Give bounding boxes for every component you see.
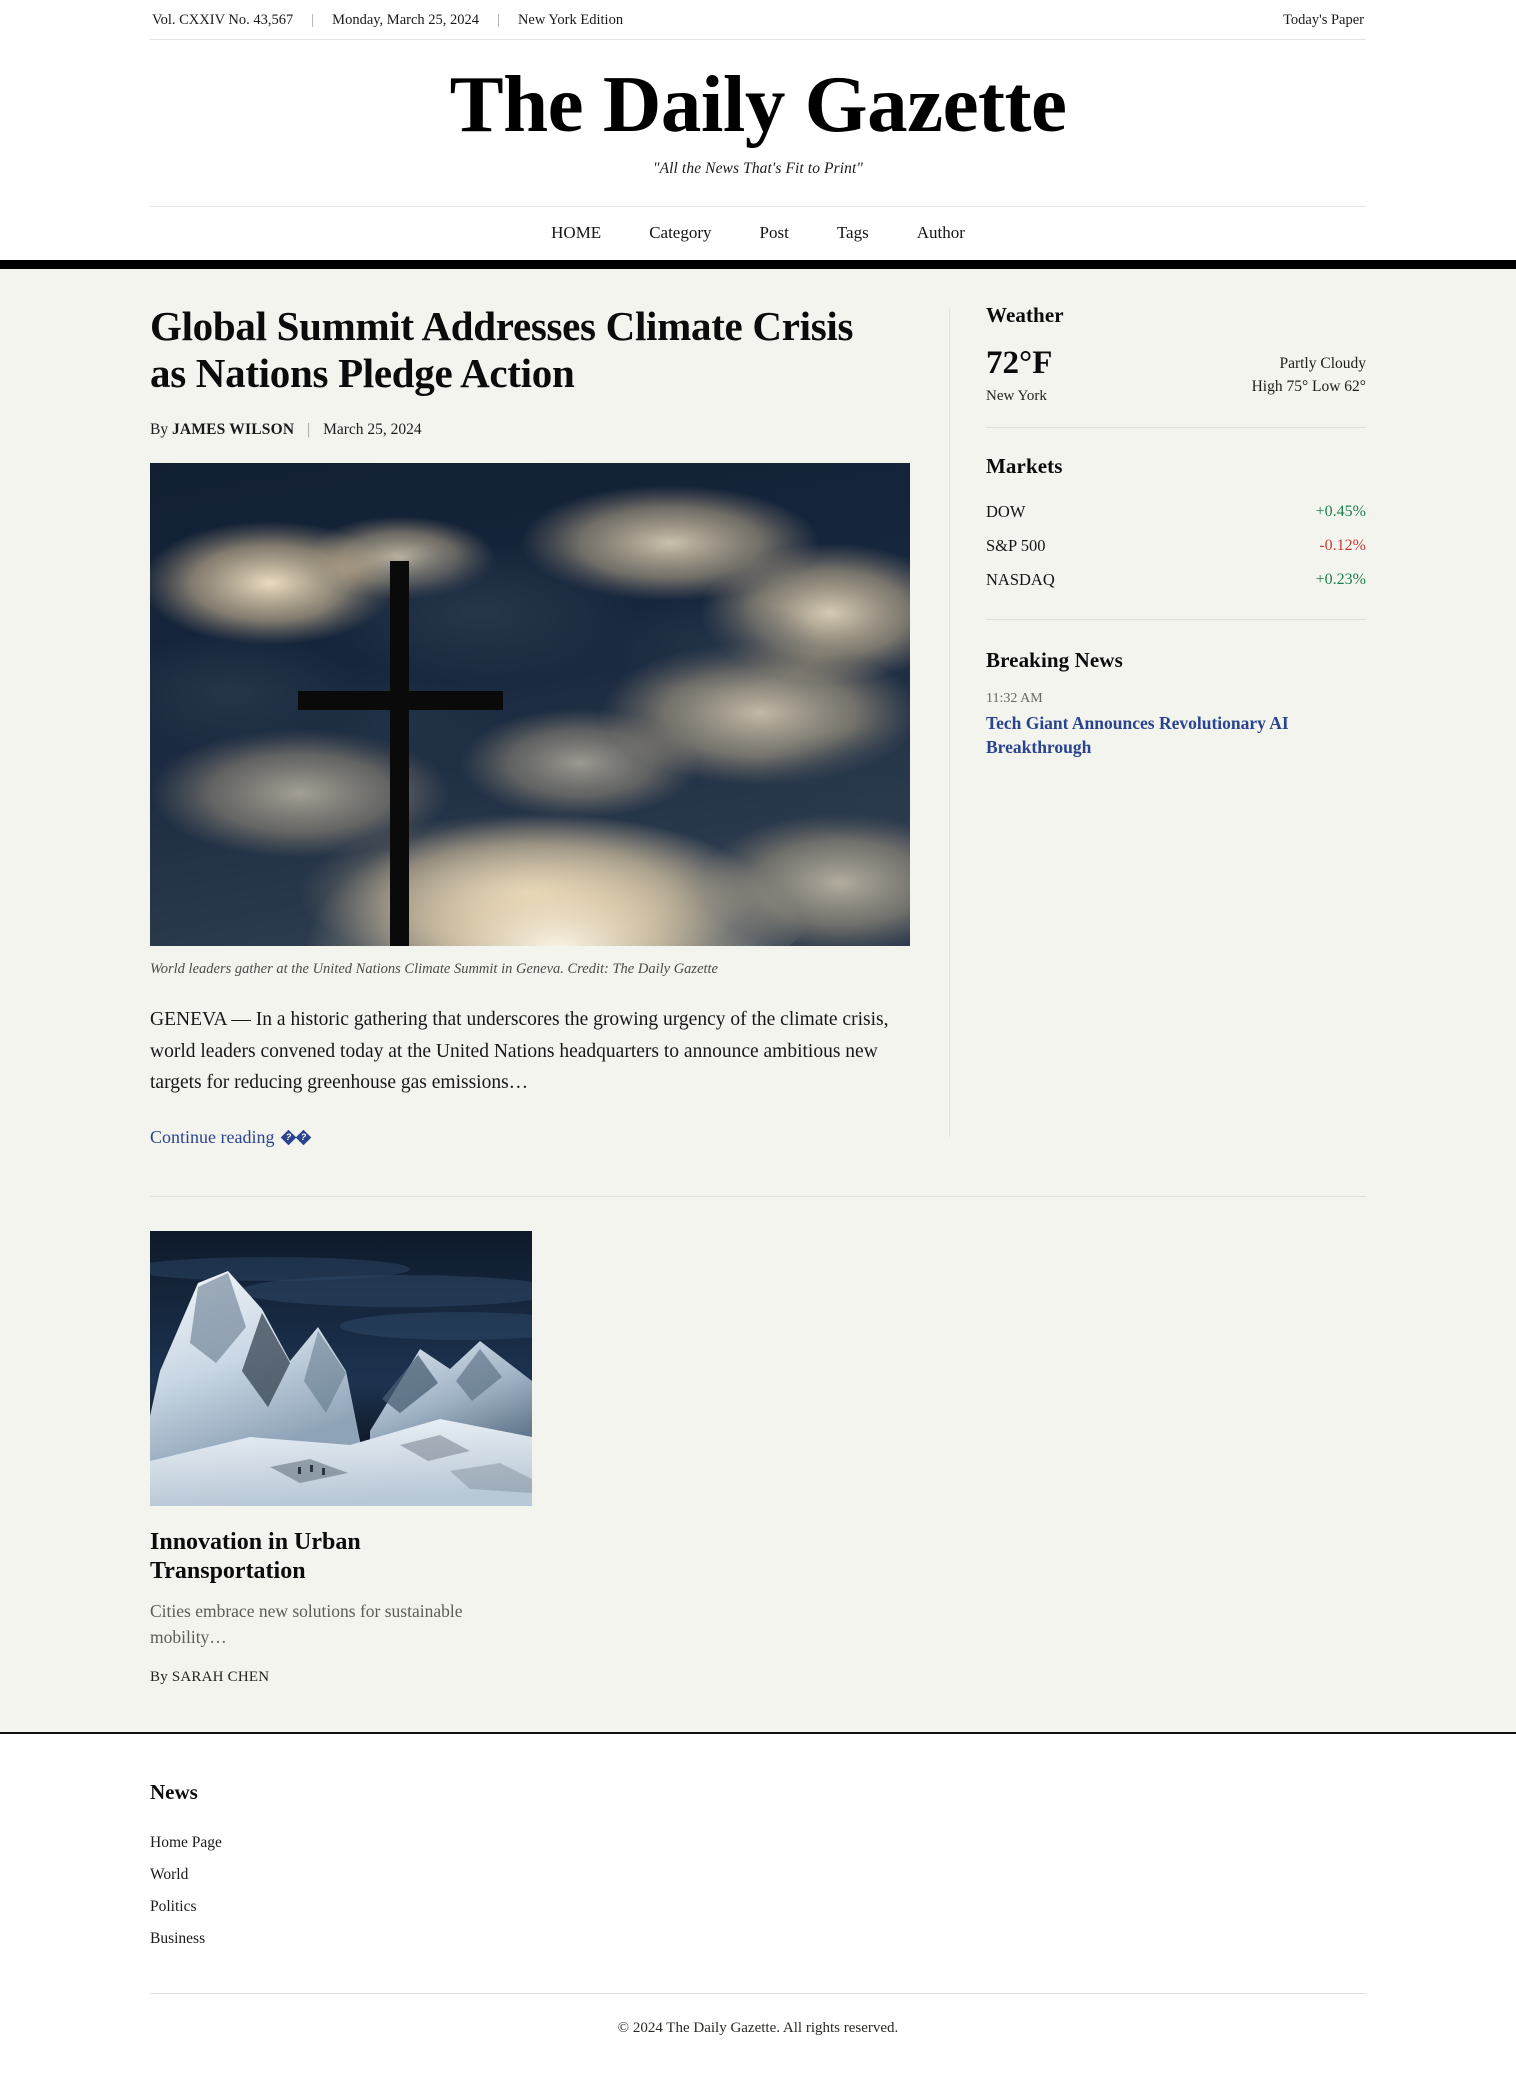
lead-article-figure: World leaders gather at the United Natio… xyxy=(150,463,912,978)
breaking-news-headline[interactable]: Tech Giant Announces Revolutionary AI Br… xyxy=(986,712,1331,758)
secondary-articles-grid: Innovation in Urban Transportation Citie… xyxy=(150,1230,1366,1686)
market-row[interactable]: S&P 500 -0.12% xyxy=(986,529,1366,563)
nav-item-post[interactable]: Post xyxy=(736,223,813,243)
missing-glyph-icon xyxy=(279,1127,312,1148)
secondary-article-byline: By SARAH CHEN xyxy=(150,1669,270,1686)
site-title[interactable]: The Daily Gazette xyxy=(150,61,1366,148)
weather-high-low: High 75° Low 62° xyxy=(1251,378,1366,396)
top-info-bar: Vol. CXXIV No. 43,567 | Monday, March 25… xyxy=(150,0,1366,40)
main-navigation: HOME Category Post Tags Author xyxy=(150,207,1366,260)
markets-list: DOW +0.45% S&P 500 -0.12% NASDAQ +0.23% xyxy=(986,495,1366,597)
footer-columns: News Home Page World Politics Business xyxy=(150,1780,1366,1955)
market-name: DOW xyxy=(986,502,1026,522)
weather-widget: Weather 72°F New York Partly Cloudy High… xyxy=(986,303,1366,406)
weather-content: 72°F New York Partly Cloudy High 75° Low… xyxy=(986,344,1366,406)
breaking-news-widget: Breaking News 11:32 AM Tech Giant Announ… xyxy=(986,648,1366,758)
weather-condition: Partly Cloudy xyxy=(1279,354,1366,372)
lead-article-headline[interactable]: Global Summit Addresses Climate Crisis a… xyxy=(150,303,870,397)
masthead: The Daily Gazette "All the News That's F… xyxy=(150,40,1366,184)
newspaper-page: Vol. CXXIV No. 43,567 | Monday, March 25… xyxy=(0,0,1516,2080)
content-grid: Global Summit Addresses Climate Crisis a… xyxy=(150,269,1366,1148)
nav-item-tags[interactable]: Tags xyxy=(813,223,893,243)
breaking-news-item: 11:32 AM Tech Giant Announces Revolution… xyxy=(986,691,1366,758)
market-delta: -0.12% xyxy=(1319,537,1366,555)
market-row[interactable]: DOW +0.45% xyxy=(986,495,1366,529)
market-name: S&P 500 xyxy=(986,536,1046,556)
footer-column-title: News xyxy=(150,1780,198,1805)
secondary-articles-section: Innovation in Urban Transportation Citie… xyxy=(150,1195,1366,1732)
sidebar-divider-2 xyxy=(986,619,1366,621)
market-name: NASDAQ xyxy=(986,570,1055,590)
continue-reading-link[interactable]: Continue reading xyxy=(150,1126,312,1148)
byline-author[interactable]: JAMES WILSON xyxy=(172,421,294,438)
nav-item-home[interactable]: HOME xyxy=(527,223,625,243)
markets-title: Markets xyxy=(986,454,1063,479)
weather-details: Partly Cloudy High 75° Low 62° xyxy=(1252,346,1366,399)
market-delta: +0.23% xyxy=(1315,571,1366,589)
publication-date: Monday, March 25, 2024 xyxy=(332,12,480,28)
footer-link-world[interactable]: World xyxy=(150,1859,222,1891)
todays-paper-link[interactable]: Today's Paper xyxy=(1283,12,1364,29)
lead-article-image[interactable] xyxy=(150,463,910,947)
page-footer: News Home Page World Politics Business ©… xyxy=(0,1734,1516,2072)
secondary-article-image[interactable] xyxy=(150,1230,532,1506)
weather-title: Weather xyxy=(986,302,1064,327)
footer-column-news: News Home Page World Politics Business xyxy=(150,1780,222,1955)
footer-copyright: © 2024 The Daily Gazette. All rights res… xyxy=(617,2020,899,2037)
lead-article-body: GENEVA — In a historic gathering that un… xyxy=(150,1009,889,1094)
byline-separator: | xyxy=(307,421,311,439)
weather-city: New York xyxy=(986,388,1047,405)
byline-date: March 25, 2024 xyxy=(323,421,422,439)
site-tagline: "All the News That's Fit to Print" xyxy=(652,159,864,177)
top-info-left: Vol. CXXIV No. 43,567 | Monday, March 25… xyxy=(152,12,623,29)
main-column: Global Summit Addresses Climate Crisis a… xyxy=(150,303,950,1148)
footer-inner: News Home Page World Politics Business ©… xyxy=(150,1780,1366,2071)
lead-article-byline: By JAMES WILSON | March 25, 2024 xyxy=(150,421,912,439)
main-navigation-wrapper: HOME Category Post Tags Author xyxy=(150,205,1366,260)
topbar-separator-1: | xyxy=(311,12,315,28)
nav-item-category[interactable]: Category xyxy=(625,223,735,243)
secondary-article-title[interactable]: Innovation in Urban Transportation xyxy=(150,1528,450,1587)
byline-prefix: By xyxy=(150,421,169,439)
market-delta: +0.45% xyxy=(1315,503,1366,521)
masthead-bottom-rule xyxy=(0,259,1516,269)
secondary-article-excerpt: Cities embrace new solutions for sustain… xyxy=(150,1601,463,1647)
topbar-separator-2: | xyxy=(497,12,500,28)
weather-primary: 72°F New York xyxy=(986,344,1053,406)
sidebar-divider-1 xyxy=(986,427,1366,429)
continue-reading-label: Continue reading xyxy=(150,1126,275,1147)
edition-label: New York Edition xyxy=(517,12,624,28)
sidebar: Weather 72°F New York Partly Cloudy High… xyxy=(950,303,1366,767)
secondary-article-card: Innovation in Urban Transportation Citie… xyxy=(150,1230,532,1686)
weather-temperature: 72°F xyxy=(986,344,1053,381)
volume-issue: Vol. CXXIV No. 43,567 xyxy=(152,12,294,28)
cross-sky-photo-illustration xyxy=(150,463,910,947)
market-row[interactable]: NASDAQ +0.23% xyxy=(986,563,1366,597)
markets-widget: Markets DOW +0.45% S&P 500 -0.12% NASDAQ xyxy=(986,454,1366,597)
lead-article-caption: World leaders gather at the United Natio… xyxy=(150,961,718,978)
breaking-news-time: 11:32 AM xyxy=(986,691,1043,707)
breaking-news-title: Breaking News xyxy=(986,648,1123,673)
footer-link-business[interactable]: Business xyxy=(150,1923,222,1955)
footer-link-politics[interactable]: Politics xyxy=(150,1891,222,1923)
footer-link-home-page[interactable]: Home Page xyxy=(150,1827,222,1859)
page-body: Global Summit Addresses Climate Crisis a… xyxy=(0,268,1516,1735)
snowy-mountains-photo-illustration xyxy=(150,1230,532,1506)
nav-item-author[interactable]: Author xyxy=(893,223,989,243)
